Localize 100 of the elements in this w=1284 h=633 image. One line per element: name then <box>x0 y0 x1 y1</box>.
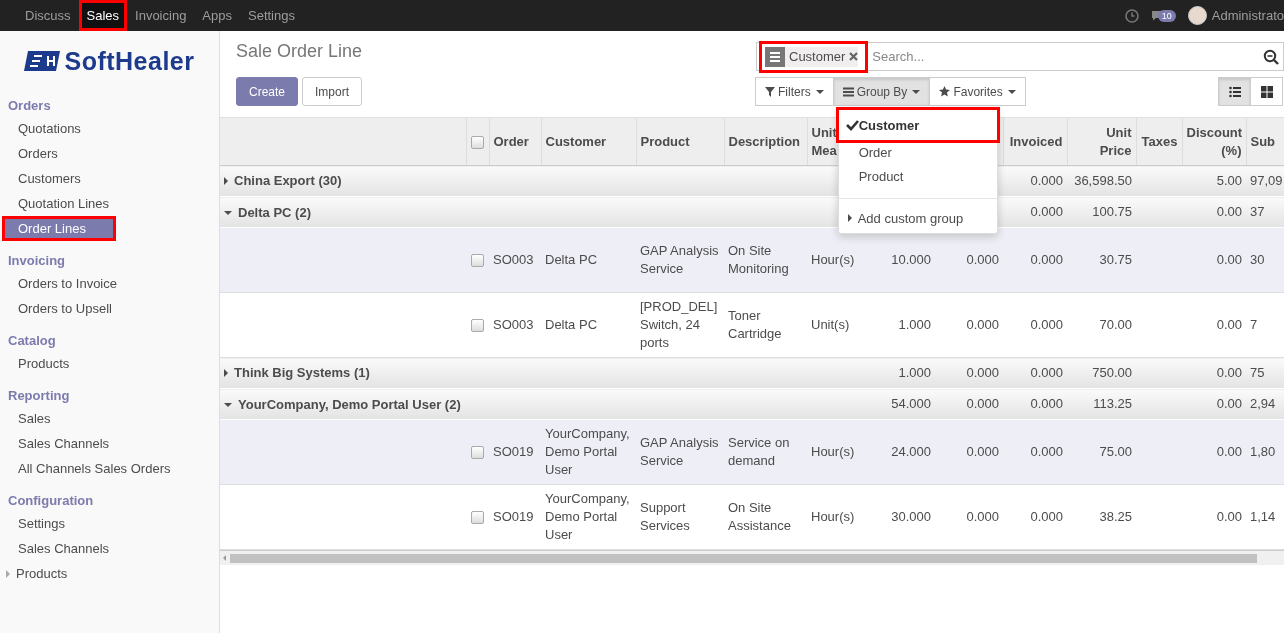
sidebar-item[interactable]: Customers <box>0 166 219 191</box>
table-cell: Hour(s) <box>807 484 868 550</box>
sidebar-item[interactable]: Sales <box>0 406 219 431</box>
table-cell: 0.00 <box>1182 484 1246 550</box>
table-cell: 1,80 <box>1246 419 1284 485</box>
sidebar-item[interactable]: Quotation Lines <box>0 191 219 216</box>
dropdown-item[interactable]: Customer <box>838 110 997 140</box>
group-row-label[interactable]: Think Big Systems (1) <box>224 364 370 382</box>
sidebar-section-title: Orders <box>7 97 52 115</box>
column-header[interactable]: Taxes <box>1136 118 1182 166</box>
search-input[interactable]: Search... <box>870 49 1263 64</box>
table-cell: Service on demand <box>724 419 807 485</box>
create-button[interactable]: Create <box>236 77 299 106</box>
table-cell: Hour(s) <box>807 419 868 485</box>
grid-view-icon <box>1260 85 1273 98</box>
table-cell: 0.000 <box>1003 419 1067 485</box>
group-total: 0.000 <box>1003 388 1067 420</box>
table-cell: 0.000 <box>1003 484 1067 550</box>
top-menu-item[interactable]: Invoicing <box>127 0 195 31</box>
select-all-checkbox[interactable] <box>471 135 484 149</box>
table-cell: 24.000 <box>868 419 935 485</box>
column-header[interactable]: Discount (%) <box>1182 118 1246 166</box>
message-count-badge: 10 <box>1157 9 1176 22</box>
sidebar-item[interactable]: Orders to Invoice <box>0 271 219 296</box>
top-menu-item[interactable]: Sales <box>78 0 128 31</box>
top-menu-item[interactable]: Apps <box>194 0 240 31</box>
import-button[interactable]: Import <box>302 77 363 106</box>
group-total: 0.000 <box>935 357 1003 389</box>
facet-label: Customer <box>789 49 846 64</box>
table-cell: 75.00 <box>1067 419 1136 485</box>
horizontal-scrollbar[interactable] <box>220 550 1284 565</box>
sidebar-section-title: Invoicing <box>7 252 67 270</box>
table-cell: Delta PC <box>541 292 636 358</box>
column-header[interactable]: Invoiced <box>1003 118 1067 166</box>
table-cell: 1,14 <box>1246 484 1284 550</box>
table-cell: SO003 <box>489 227 541 293</box>
column-header[interactable]: Order <box>489 118 541 166</box>
sidebar-item[interactable]: All Channels Sales Orders <box>0 456 219 481</box>
breadcrumb-title: Sale Order Line <box>236 41 364 63</box>
sidebar-section-title: Reporting <box>7 387 71 405</box>
row-checkbox[interactable] <box>471 254 484 268</box>
sidebar-item[interactable]: Products <box>0 351 219 376</box>
row-checkbox[interactable] <box>471 511 484 525</box>
search-option-button[interactable]: Favorites <box>929 77 1026 106</box>
table-cell: 0.00 <box>1182 292 1246 358</box>
table-cell: YourCompany, Demo Portal User <box>541 484 636 550</box>
table-cell: 1.000 <box>868 292 935 358</box>
group-total: 75 <box>1246 357 1284 389</box>
search-facet[interactable]: Customer <box>759 40 869 73</box>
table-cell: On Site Assistance <box>724 484 807 550</box>
column-header[interactable]: Product <box>636 118 724 166</box>
group-total: 113.25 <box>1067 388 1136 420</box>
table-cell: 0.000 <box>935 292 1003 358</box>
remove-icon <box>849 52 859 61</box>
column-header[interactable]: Sub <box>1246 118 1284 166</box>
logo-mark-icon <box>24 51 61 71</box>
sidebar-item[interactable]: Orders to Upsell <box>0 296 219 321</box>
group-total: 36,598.50 <box>1067 165 1136 197</box>
user-avatar <box>1187 6 1207 25</box>
top-menu-item[interactable]: Discuss <box>17 0 79 31</box>
clock-icon <box>1124 8 1139 23</box>
table-cell: Support Services <box>636 484 724 550</box>
table-cell: Unit(s) <box>807 292 868 358</box>
table-cell: Toner Cartridge <box>724 292 807 358</box>
table-cell: YourCompany, Demo Portal User <box>541 419 636 485</box>
dropdown-item[interactable]: Order <box>838 140 997 164</box>
sidebar-item[interactable]: Order Lines <box>2 216 116 241</box>
table-cell: 0.00 <box>1182 419 1246 485</box>
table-cell: 30 <box>1246 227 1284 293</box>
column-header[interactable]: Customer <box>541 118 636 166</box>
sidebar-item[interactable]: Sales Channels <box>0 536 219 561</box>
sidebar-item[interactable]: Quotations <box>0 116 219 141</box>
search-option-button[interactable]: Filters <box>755 77 834 106</box>
group-row-label[interactable]: China Export (30) <box>224 172 342 190</box>
search-option-button[interactable]: Group By <box>832 77 931 106</box>
column-header[interactable]: Unit Price <box>1067 118 1136 166</box>
add-custom-group-item[interactable]: Add custom group <box>838 207 997 229</box>
column-header[interactable]: Description <box>724 118 807 166</box>
table-cell: GAP Analysis Service <box>636 227 724 293</box>
sidebar-item[interactable]: Orders <box>0 141 219 166</box>
search-icon <box>1263 48 1279 65</box>
dropdown-item[interactable]: Product <box>838 164 997 188</box>
top-menu-item[interactable]: Settings <box>240 0 303 31</box>
list-view-button[interactable] <box>1218 77 1251 106</box>
group-row-label[interactable]: Delta PC (2) <box>224 204 311 222</box>
filter-icon <box>765 86 775 97</box>
caret-icon <box>912 89 921 94</box>
table-cell: SO019 <box>489 419 541 485</box>
sidebar-item[interactable]: Sales Channels <box>0 431 219 456</box>
sidebar-item[interactable]: Products <box>0 561 219 586</box>
group-total: 0.00 <box>1182 196 1246 228</box>
table-cell: 30.000 <box>868 484 935 550</box>
user-name[interactable]: Administrato <box>1211 8 1284 23</box>
row-checkbox[interactable] <box>471 446 484 460</box>
row-checkbox[interactable] <box>471 319 484 333</box>
table-cell: 30.75 <box>1067 227 1136 293</box>
logo-text: SoftHealer <box>64 46 195 76</box>
kanban-view-button[interactable] <box>1250 77 1283 106</box>
search-field[interactable]: Customer Search... <box>756 42 1284 71</box>
sidebar-item[interactable]: Settings <box>0 511 219 536</box>
